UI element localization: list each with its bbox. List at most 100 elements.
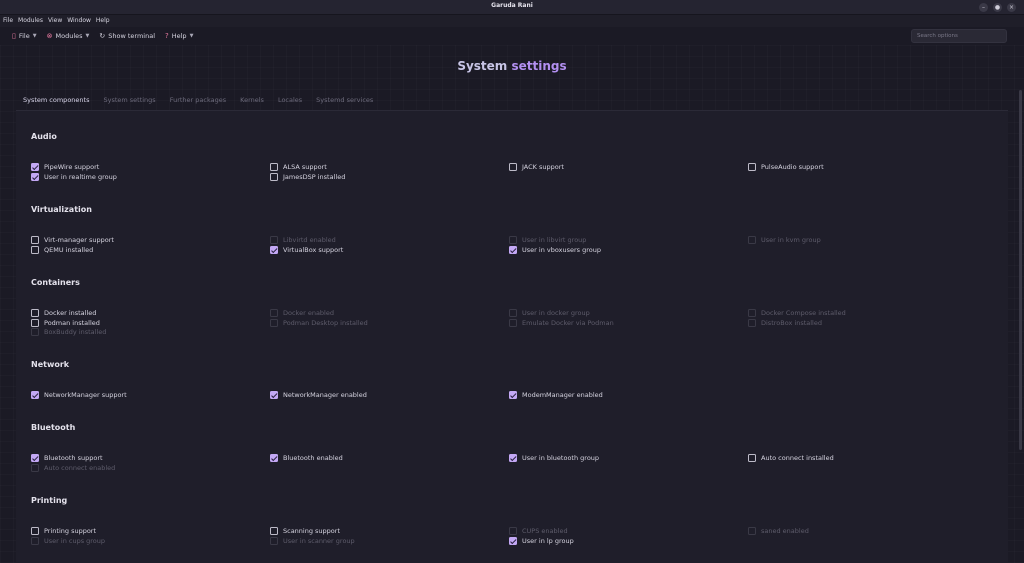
checkbox-user-in-bluetooth-group[interactable]: User in bluetooth group [509, 454, 599, 462]
menu-modules[interactable]: Modules [18, 15, 43, 27]
checkbox[interactable] [270, 527, 278, 535]
checkbox[interactable] [270, 537, 278, 545]
tab-kernels[interactable]: Kernels [233, 92, 271, 111]
scrollbar[interactable] [1019, 90, 1022, 450]
checkbox-qemu-installed[interactable]: QEMU installed [31, 246, 93, 254]
checkbox-bluetooth-enabled[interactable]: Bluetooth enabled [270, 454, 343, 462]
checkbox-label: User in bluetooth group [522, 454, 600, 462]
checkbox-docker-enabled[interactable]: Docker enabled [270, 309, 334, 317]
checkbox-networkmanager-support[interactable]: NetworkManager support [31, 391, 127, 399]
checkbox-docker-installed[interactable]: Docker installed [31, 309, 96, 317]
tab-system-components[interactable]: System components [16, 92, 97, 111]
tab-system-settings[interactable]: System settings [96, 92, 162, 111]
checkbox-jack-support[interactable]: JACK support [509, 163, 564, 171]
checkbox[interactable] [270, 173, 278, 181]
checkbox-bluetooth-support[interactable]: Bluetooth support [31, 454, 103, 462]
checkbox[interactable] [31, 454, 39, 462]
checkbox[interactable] [509, 309, 517, 317]
checkbox-auto-connect-installed[interactable]: Auto connect installed [748, 454, 834, 462]
checkbox[interactable] [31, 391, 39, 399]
minimize-button[interactable]: – [979, 3, 988, 12]
show-terminal-button[interactable]: ↻ Show terminal [99, 32, 155, 40]
checkbox[interactable] [509, 246, 517, 254]
checkbox-user-in-cups-group[interactable]: User in cups group [31, 537, 105, 545]
checkbox[interactable] [31, 309, 39, 317]
checkbox-alsa-support[interactable]: ALSA support [270, 163, 327, 171]
checkbox-podman-desktop-installed[interactable]: Podman Desktop installed [270, 319, 368, 327]
checkbox-auto-connect-enabled[interactable]: Auto connect enabled [31, 464, 115, 472]
checkbox-label: Podman installed [44, 319, 100, 327]
checkbox-label: User in kvm group [761, 236, 821, 244]
checkbox[interactable] [748, 236, 756, 244]
checkbox-emulate-docker-via-podman[interactable]: Emulate Docker via Podman [509, 319, 614, 327]
maximize-button[interactable]: ● [993, 3, 1002, 12]
checkbox[interactable] [31, 537, 39, 545]
checkbox-boxbuddy-installed[interactable]: BoxBuddy installed [31, 328, 106, 336]
checkbox-pipewire-support[interactable]: PipeWire support [31, 163, 99, 171]
tab-further-packages[interactable]: Further packages [163, 92, 233, 111]
checkbox[interactable] [270, 391, 278, 399]
tab-locales[interactable]: Locales [271, 92, 309, 111]
checkbox-pulseaudio-support[interactable]: PulseAudio support [748, 163, 824, 171]
checkbox-scanning-support[interactable]: Scanning support [270, 527, 340, 535]
checkbox[interactable] [31, 246, 39, 254]
checkbox-user-in-kvm-group[interactable]: User in kvm group [748, 236, 821, 244]
search-input[interactable]: Search options [911, 29, 1007, 43]
checkbox[interactable] [748, 454, 756, 462]
checkbox[interactable] [270, 454, 278, 462]
checkbox[interactable] [31, 527, 39, 535]
window-title: Garuda Rani [491, 2, 533, 9]
menu-window[interactable]: Window [67, 15, 91, 27]
checkbox-user-in-docker-group[interactable]: User in docker group [509, 309, 590, 317]
page-title: System settings [0, 59, 1024, 73]
checkbox[interactable] [31, 173, 39, 181]
modules-button[interactable]: ⊗ Modules ▼ [47, 32, 90, 40]
checkbox[interactable] [748, 163, 756, 171]
checkbox[interactable] [748, 527, 756, 535]
checkbox[interactable] [31, 163, 39, 171]
checkbox[interactable] [509, 527, 517, 535]
checkbox[interactable] [509, 319, 517, 327]
checkbox-docker-compose-installed[interactable]: Docker Compose installed [748, 309, 846, 317]
close-button[interactable]: × [1007, 3, 1016, 12]
checkbox[interactable] [270, 319, 278, 327]
checkbox-libvirtd-enabled[interactable]: Libvirtd enabled [270, 236, 336, 244]
checkbox-user-in-lp-group[interactable]: User in lp group [509, 537, 574, 545]
menu-help[interactable]: Help [96, 15, 110, 27]
checkbox-user-in-libvirt-group[interactable]: User in libvirt group [509, 236, 586, 244]
checkbox[interactable] [270, 236, 278, 244]
checkbox-networkmanager-enabled[interactable]: NetworkManager enabled [270, 391, 367, 399]
checkbox-jamesdsp-installed[interactable]: JamesDSP installed [270, 173, 345, 181]
checkbox-distrobox-installed[interactable]: DistroBox installed [748, 319, 822, 327]
checkbox-label: BoxBuddy installed [44, 328, 107, 336]
checkbox[interactable] [31, 464, 39, 472]
checkbox[interactable] [509, 163, 517, 171]
file-button[interactable]: ▯ File ▼ [12, 32, 37, 40]
checkbox[interactable] [270, 246, 278, 254]
checkbox[interactable] [31, 236, 39, 244]
checkbox[interactable] [270, 163, 278, 171]
checkbox-user-in-realtime-group[interactable]: User in realtime group [31, 173, 117, 181]
checkbox[interactable] [748, 319, 756, 327]
checkbox-saned-enabled[interactable]: saned enabled [748, 527, 809, 535]
checkbox[interactable] [509, 236, 517, 244]
checkbox-virt-manager-support[interactable]: Virt-manager support [31, 236, 114, 244]
tab-systemd-services[interactable]: Systemd services [309, 92, 380, 111]
checkbox-user-in-vboxusers-group[interactable]: User in vboxusers group [509, 246, 601, 254]
checkbox-printing-support[interactable]: Printing support [31, 527, 96, 535]
checkbox-podman-installed[interactable]: Podman installed [31, 319, 100, 327]
checkbox[interactable] [31, 328, 39, 336]
checkbox-user-in-scanner-group[interactable]: User in scanner group [270, 537, 355, 545]
help-button[interactable]: ? Help ▼ [165, 32, 193, 40]
checkbox[interactable] [748, 309, 756, 317]
checkbox[interactable] [31, 319, 39, 327]
checkbox[interactable] [509, 537, 517, 545]
checkbox-modemmanager-enabled[interactable]: ModemManager enabled [509, 391, 603, 399]
menu-view[interactable]: View [48, 15, 62, 27]
menu-file[interactable]: File [3, 15, 13, 27]
checkbox[interactable] [509, 454, 517, 462]
checkbox-cups-enabled[interactable]: CUPS enabled [509, 527, 568, 535]
checkbox-virtualbox-support[interactable]: VirtualBox support [270, 246, 343, 254]
checkbox[interactable] [509, 391, 517, 399]
checkbox[interactable] [270, 309, 278, 317]
